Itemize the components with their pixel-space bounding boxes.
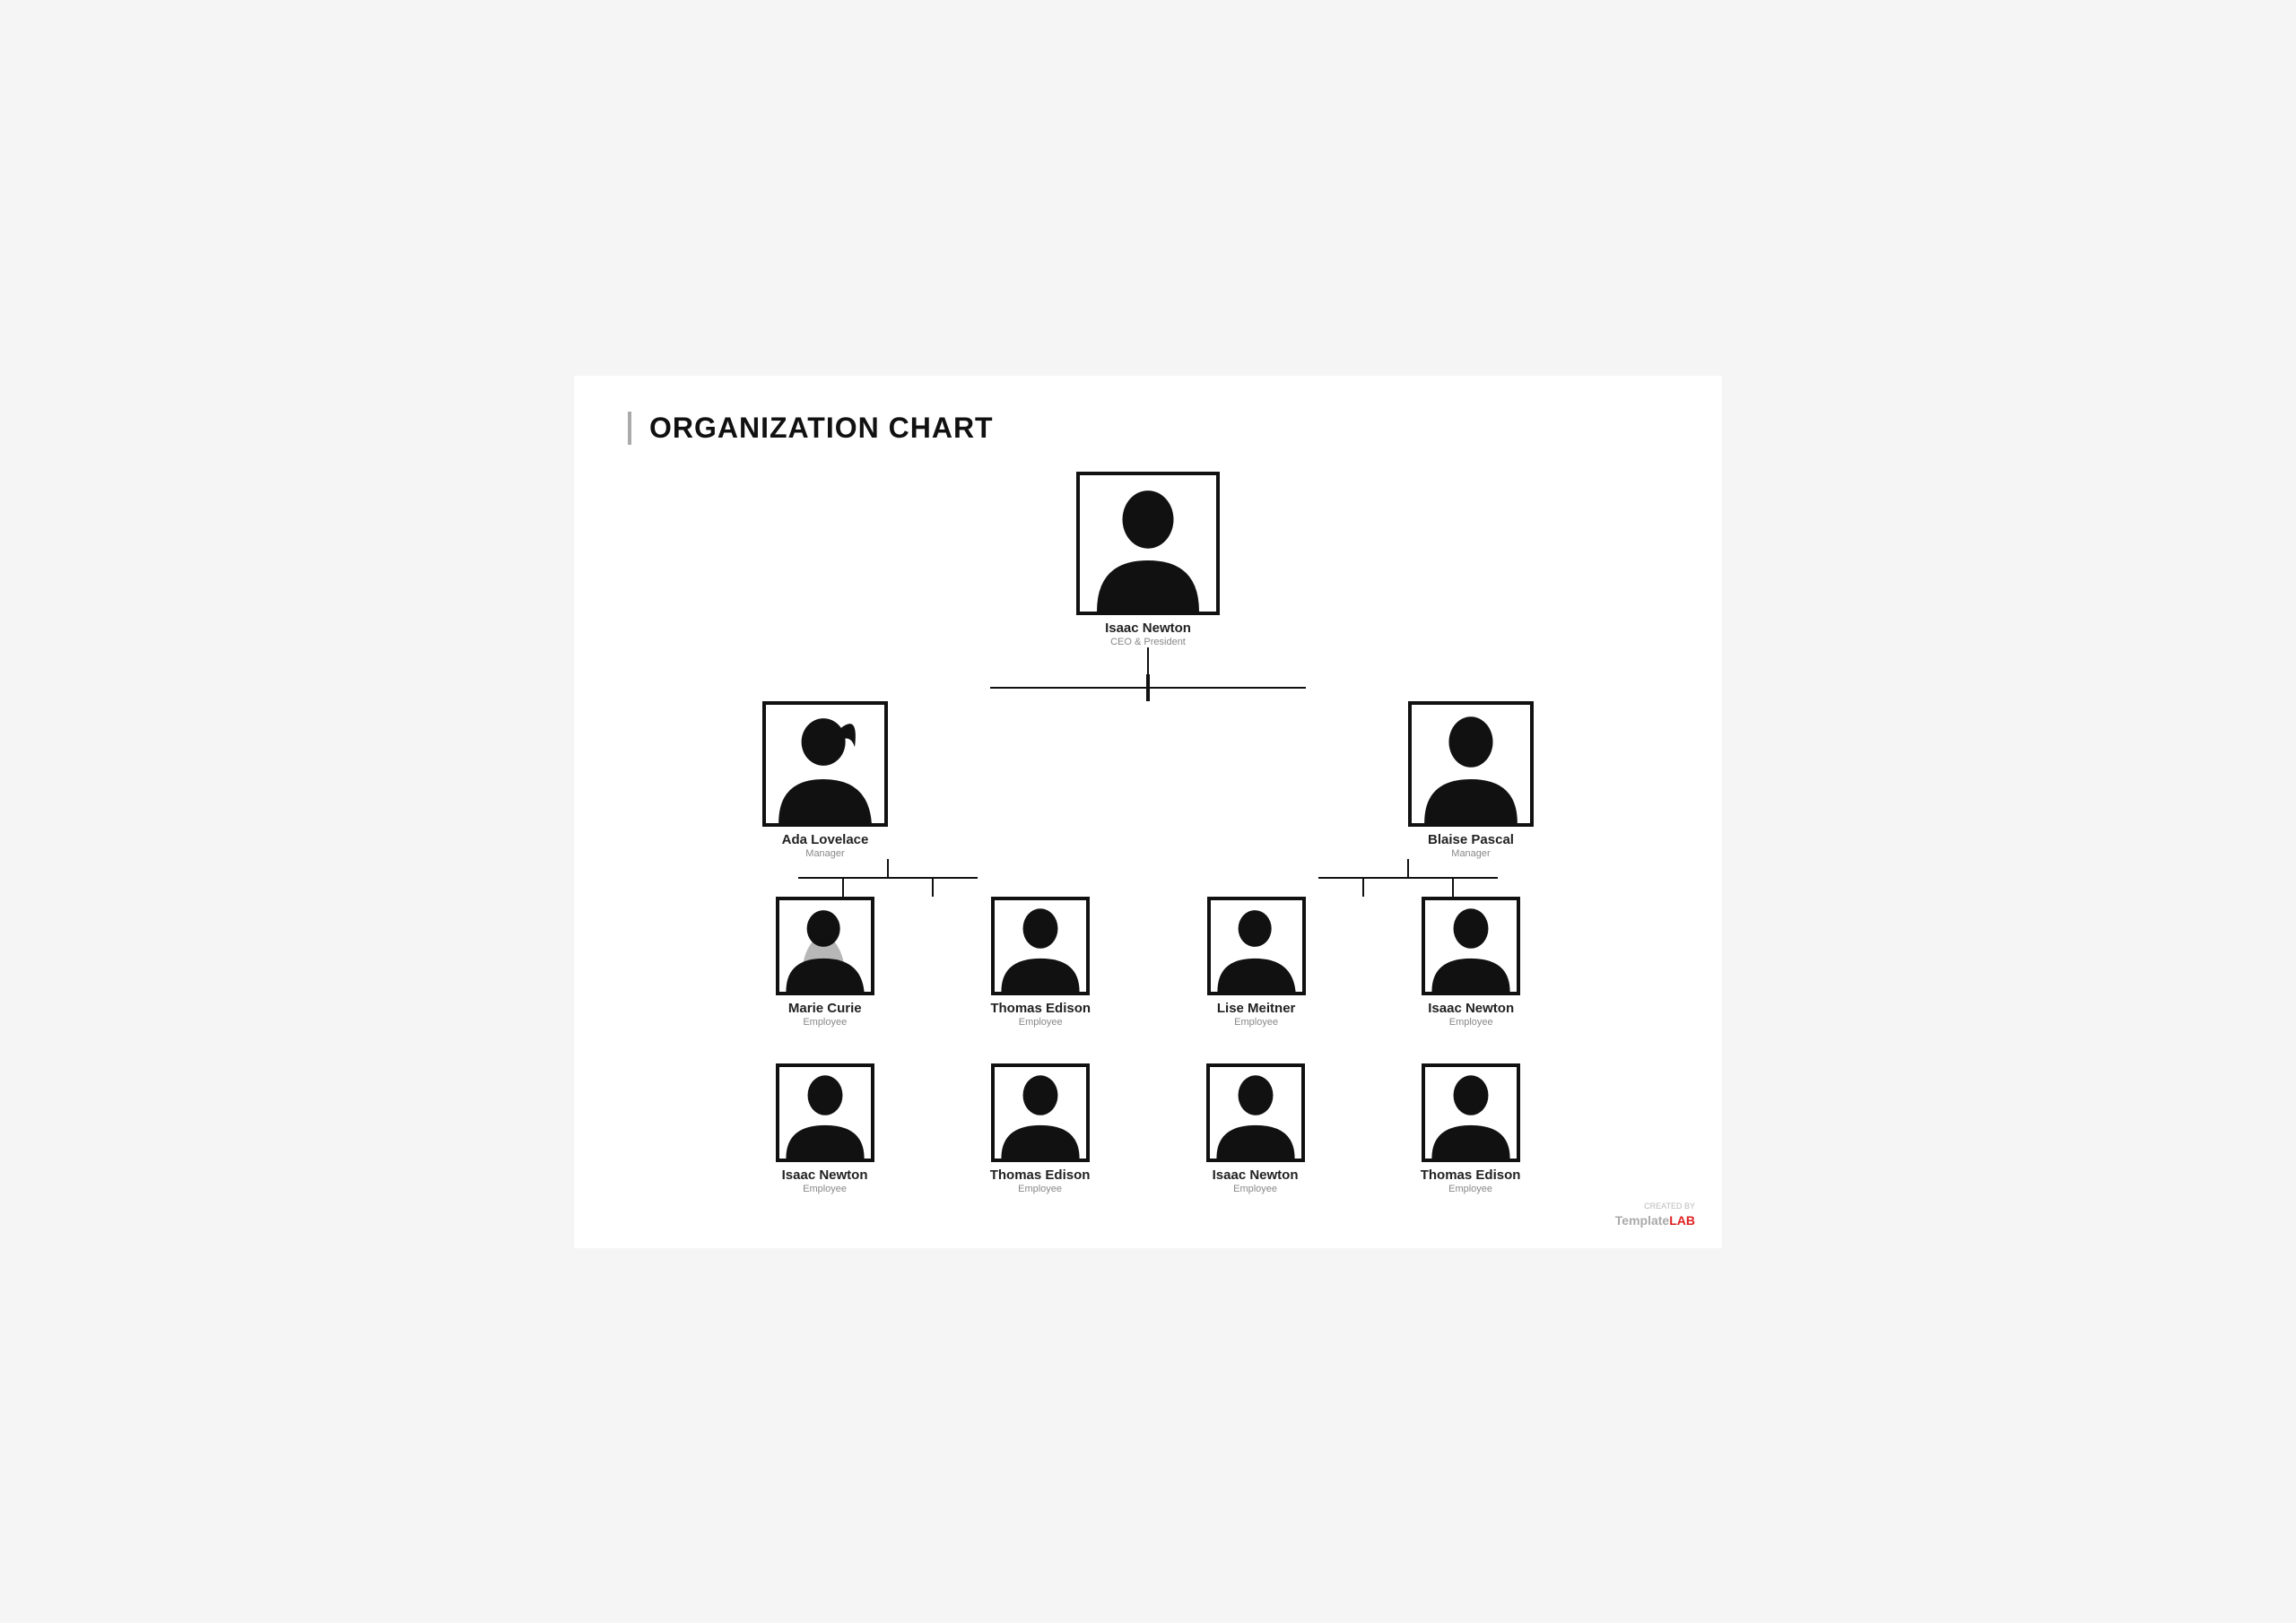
thomas3-card	[1422, 1063, 1520, 1162]
ada-label: Ada Lovelace Manager	[782, 832, 869, 859]
ceo-name: Isaac Newton	[1105, 621, 1191, 637]
level1-connector	[834, 674, 1462, 701]
employees-row1: Marie Curie Employee Thomas Edison Emplo…	[718, 897, 1578, 1028]
isaac2-card	[776, 1063, 874, 1162]
thomas2-card	[991, 1063, 1090, 1162]
employee-thomas3-node: Thomas Edison Employee	[1421, 1063, 1521, 1194]
isaac1-name: Isaac Newton	[1428, 1001, 1514, 1017]
employee-thomas2-node: Thomas Edison Employee	[990, 1063, 1091, 1194]
right-branch-connector	[1148, 674, 1462, 701]
blaise-name: Blaise Pascal	[1428, 832, 1514, 848]
isaac1-card	[1422, 897, 1520, 995]
employee-marie-node: Marie Curie Employee	[776, 897, 874, 1028]
brand-lab: LAB	[1669, 1213, 1695, 1228]
lise-card	[1207, 897, 1306, 995]
blaise-label: Blaise Pascal Manager	[1428, 832, 1514, 859]
blaise-title: Manager	[1428, 848, 1514, 859]
thomas3-title: Employee	[1421, 1184, 1521, 1194]
isaac3-title: Employee	[1213, 1184, 1299, 1194]
thomas1-card	[991, 897, 1090, 995]
left-branch-connector	[834, 674, 1148, 701]
isaac2-name: Isaac Newton	[782, 1167, 868, 1184]
manager-blaise-node: Blaise Pascal Manager	[1408, 701, 1534, 859]
manager-down-connectors	[762, 859, 1534, 897]
isaac3-name: Isaac Newton	[1213, 1167, 1299, 1184]
ada-name: Ada Lovelace	[782, 832, 869, 848]
isaac3-label: Isaac Newton Employee	[1213, 1167, 1299, 1194]
thomas2-label: Thomas Edison Employee	[990, 1167, 1091, 1194]
brand: CREATED BY TemplateLAB	[1615, 1201, 1695, 1229]
ada-card	[762, 701, 888, 827]
ceo-connector-v	[1147, 647, 1149, 674]
employee-isaac2-node: Isaac Newton Employee	[776, 1063, 874, 1194]
isaac1-label: Isaac Newton Employee	[1428, 1001, 1514, 1028]
employees-row2: Isaac Newton Employee Thomas Edison Empl…	[718, 1063, 1578, 1194]
ceo-label: Isaac Newton CEO & President	[1105, 621, 1191, 647]
marie-card	[776, 897, 874, 995]
lise-name: Lise Meitner	[1217, 1001, 1296, 1017]
employee-isaac1-node: Isaac Newton Employee	[1422, 897, 1520, 1028]
h-line-right	[1150, 687, 1306, 689]
isaac1-title: Employee	[1428, 1017, 1514, 1028]
ada-title: Manager	[782, 848, 869, 859]
managers-row: Ada Lovelace Manager Blaise Pascal Manag…	[762, 701, 1534, 859]
thomas2-name: Thomas Edison	[990, 1167, 1091, 1184]
ceo-card	[1076, 472, 1220, 615]
thomas1-title: Employee	[990, 1017, 1091, 1028]
brand-created: CREATED BY	[1615, 1201, 1695, 1212]
thomas1-label: Thomas Edison Employee	[990, 1001, 1091, 1028]
employee-lise-node: Lise Meitner Employee	[1207, 897, 1306, 1028]
blaise-connector-area	[1283, 859, 1534, 897]
thomas2-title: Employee	[990, 1184, 1091, 1194]
isaac2-title: Employee	[782, 1184, 868, 1194]
brand-name: TemplateLAB	[1615, 1213, 1695, 1228]
manager-ada-node: Ada Lovelace Manager	[762, 701, 888, 859]
ceo-title: CEO & President	[1105, 637, 1191, 647]
lise-label: Lise Meitner Employee	[1217, 1001, 1296, 1028]
employee-thomas1-node: Thomas Edison Employee	[990, 897, 1091, 1028]
ceo-node: Isaac Newton CEO & President	[1076, 472, 1220, 647]
marie-title: Employee	[788, 1017, 862, 1028]
employee-isaac3-node: Isaac Newton Employee	[1206, 1063, 1305, 1194]
page: ORGANIZATION CHART Isaac Newton CEO & Pr…	[574, 376, 1722, 1248]
org-chart: Isaac Newton CEO & President	[628, 472, 1668, 1194]
h-line-left	[990, 687, 1146, 689]
ada-connector-area	[762, 859, 1013, 897]
thomas1-name: Thomas Edison	[990, 1001, 1091, 1017]
blaise-card	[1408, 701, 1534, 827]
thomas3-name: Thomas Edison	[1421, 1167, 1521, 1184]
isaac2-label: Isaac Newton Employee	[782, 1167, 868, 1194]
marie-label: Marie Curie Employee	[788, 1001, 862, 1028]
lise-title: Employee	[1217, 1017, 1296, 1028]
marie-name: Marie Curie	[788, 1001, 862, 1017]
page-title: ORGANIZATION CHART	[628, 412, 1668, 445]
thomas3-label: Thomas Edison Employee	[1421, 1167, 1521, 1194]
brand-template: Template	[1615, 1213, 1669, 1228]
isaac3-card	[1206, 1063, 1305, 1162]
